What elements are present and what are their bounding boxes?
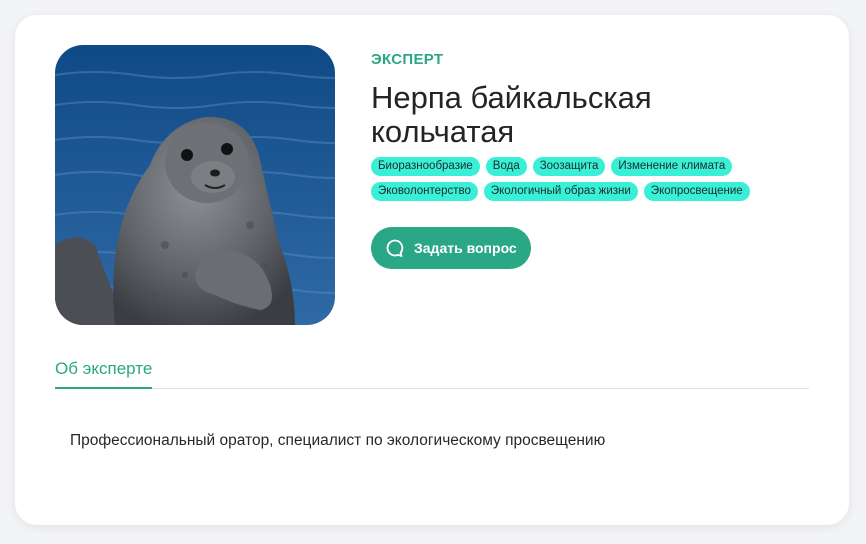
tag-animal-protection[interactable]: Зоозащита bbox=[532, 157, 606, 176]
tag-climate-change[interactable]: Изменение климата bbox=[611, 157, 733, 176]
tag-eco-lifestyle[interactable]: Экологичный образ жизни bbox=[483, 182, 638, 201]
expert-photo bbox=[55, 45, 335, 325]
tag-water[interactable]: Вода bbox=[485, 157, 527, 176]
tag-eco-education[interactable]: Экопросвещение bbox=[643, 182, 750, 201]
about-text: Профессиональный оратор, специалист по э… bbox=[70, 432, 606, 449]
expert-info: ЭКСПЕРТ Нерпа байкальская кольчатая Биор… bbox=[371, 51, 791, 201]
tag-list: Биоразнообразие Вода Зоозащита Изменение… bbox=[371, 157, 771, 201]
expert-role-label: ЭКСПЕРТ bbox=[371, 51, 444, 68]
tag-eco-volunteering[interactable]: Эковолонтерство bbox=[371, 182, 478, 201]
ask-question-button[interactable]: Задать вопрос bbox=[371, 227, 531, 269]
expert-name: Нерпа байкальская кольчатая bbox=[371, 80, 652, 149]
tab-about-expert[interactable]: Об эксперте bbox=[55, 357, 153, 389]
tag-biodiversity[interactable]: Биоразнообразие bbox=[371, 157, 480, 176]
seal-photo-image bbox=[55, 45, 335, 325]
ask-question-label: Задать вопрос bbox=[414, 240, 517, 256]
expert-card: ЭКСПЕРТ Нерпа байкальская кольчатая Биор… bbox=[15, 15, 849, 525]
chat-bubble-icon bbox=[385, 238, 405, 258]
tab-bar: Об эксперте bbox=[55, 357, 809, 389]
